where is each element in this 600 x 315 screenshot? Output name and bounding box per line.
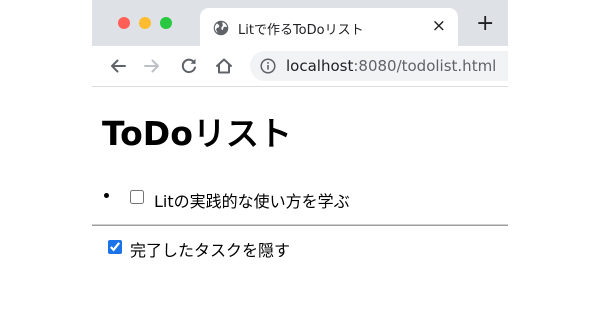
- info-icon[interactable]: [260, 58, 276, 74]
- divider: [92, 224, 508, 226]
- page-content: ToDoリスト Litの実践的な使い方を学ぶ 完了したタスクを隠す: [92, 87, 508, 315]
- hide-completed-checkbox[interactable]: [108, 240, 122, 254]
- back-arrow-icon[interactable]: [108, 56, 128, 76]
- url-text[interactable]: localhost:8080/todolist.html: [286, 57, 496, 75]
- reload-icon[interactable]: [179, 56, 199, 76]
- new-tab-button[interactable]: +: [476, 13, 494, 35]
- url-path: :8080/todolist.html: [353, 57, 497, 75]
- tab-strip: Litで作るToDoリスト × +: [92, 0, 508, 46]
- globe-icon: [213, 20, 229, 36]
- browser-tab[interactable]: Litで作るToDoリスト ×: [200, 8, 458, 46]
- home-icon[interactable]: [214, 56, 234, 76]
- forward-arrow-icon[interactable]: [142, 56, 162, 76]
- page-title: ToDoリスト: [102, 114, 292, 153]
- window-zoom-button[interactable]: [160, 17, 172, 29]
- url-host: localhost: [286, 57, 354, 75]
- window-close-button[interactable]: [118, 17, 130, 29]
- address-bar[interactable]: localhost:8080/todolist.html: [250, 51, 508, 81]
- tab-close-icon[interactable]: ×: [432, 16, 446, 36]
- window-minimize-button[interactable]: [139, 17, 151, 29]
- browser-window: Litで作るToDoリスト × + localhost:8080/todolis…: [92, 0, 508, 315]
- hide-completed-label: 完了したタスクを隠す: [130, 241, 291, 260]
- todo-checkbox[interactable]: [130, 190, 144, 204]
- tab-title: Litで作るToDoリスト: [238, 23, 364, 38]
- list-item: Litの実践的な使い方を学ぶ: [92, 187, 508, 211]
- list-bullet: [104, 193, 109, 198]
- todo-label: Litの実践的な使い方を学ぶ: [154, 192, 350, 211]
- browser-toolbar: localhost:8080/todolist.html: [92, 46, 508, 87]
